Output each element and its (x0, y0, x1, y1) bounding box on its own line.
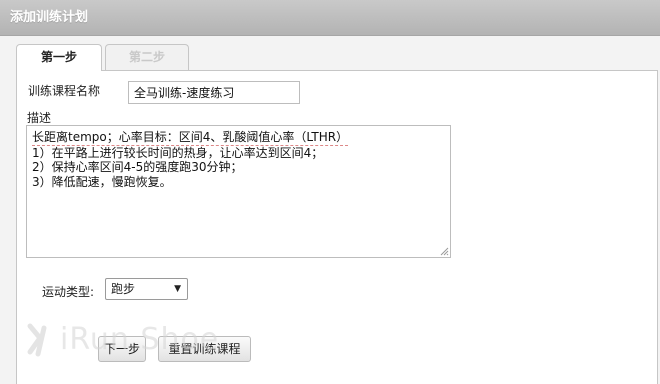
description-first-line: 长距离tempo；心率目标：区间4、乳酸阈值心率（LTHR） (32, 130, 349, 146)
course-name-label: 训练课程名称 (28, 84, 101, 98)
description-textarea[interactable]: 长距离tempo；心率目标：区间4、乳酸阈值心率（LTHR） 1）在平路上进行较… (26, 125, 451, 258)
description-label: 描述 (27, 111, 52, 125)
reset-course-button[interactable]: 重置训练课程 (158, 336, 251, 362)
sport-type-label: 运动类型: (42, 285, 95, 299)
sport-type-value: 跑步 (111, 282, 136, 296)
sport-type-select[interactable]: 跑步 ▼ (105, 278, 188, 300)
description-body: 1）在平路上进行较长时间的热身，让心率达到区间4； 2）保持心率区间4-5的强度… (32, 145, 324, 189)
resize-grip-icon[interactable] (439, 246, 449, 256)
dialog-title: 添加训练计划 (0, 0, 660, 36)
dropdown-arrow-icon: ▼ (174, 284, 181, 294)
course-name-input[interactable] (128, 81, 300, 104)
tab-step-one[interactable]: 第一步 (16, 44, 102, 71)
next-step-button[interactable]: 下一步 (98, 336, 146, 362)
tab-step-two[interactable]: 第二步 (105, 44, 189, 70)
